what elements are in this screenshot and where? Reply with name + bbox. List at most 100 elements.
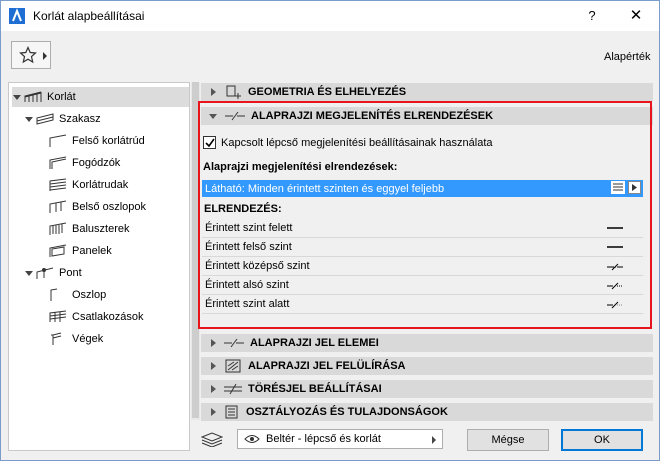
cancel-button[interactable]: Mégse: [467, 429, 549, 451]
panel-scrollbar[interactable]: [191, 82, 200, 420]
row-label: Érintett szint felett: [205, 222, 293, 234]
help-button[interactable]: ?: [581, 5, 603, 27]
inner-posts-icon: [49, 200, 67, 213]
list-icon[interactable]: [611, 181, 625, 194]
linked-stair-checkbox-row[interactable]: Kapcsolt lépcső megjelenítési beállítása…: [203, 136, 493, 149]
break-mark-icon: [224, 383, 242, 395]
solid-line-icon: [607, 227, 623, 229]
tree-item-panels[interactable]: Panelek: [49, 241, 112, 261]
floorplan-display-body: Kapcsolt lépcső megjelenítési beállítása…: [201, 129, 649, 327]
connections-icon: [49, 310, 67, 322]
tree-item-rails[interactable]: Korlátrudak: [49, 175, 128, 195]
arrangement-row[interactable]: Érintett szint felett: [202, 219, 643, 238]
node-icon: [36, 267, 54, 279]
expand-arrow-icon: [211, 408, 216, 416]
window-title: Korlát alapbeállításai: [33, 9, 145, 23]
expand-toggle-icon[interactable]: [24, 114, 34, 124]
display-arrangement-select[interactable]: Látható: Minden érintett szinten és eggy…: [202, 180, 643, 197]
panel-floorplan-display[interactable]: ALAPRAJZI MEGJELENÍTÉS ELRENDEZÉSEK: [201, 107, 653, 125]
tree-item-inner-posts[interactable]: Belső oszlopok: [49, 197, 146, 217]
floorplan-symbol-icon: [224, 338, 244, 348]
row-label: Érintett alsó szint: [205, 279, 289, 291]
handrail-icon: [49, 156, 67, 169]
tree-item-post[interactable]: Oszlop: [49, 285, 106, 305]
break-line-icon: [607, 282, 623, 290]
tree-item-label: Belső oszlopok: [72, 201, 146, 213]
checkbox-label: Kapcsolt lépcső megjelenítési beállítása…: [221, 136, 493, 149]
ok-button[interactable]: OK: [561, 429, 643, 451]
expand-arrow-icon: [211, 88, 216, 96]
solid-line-icon: [607, 246, 623, 248]
row-label: Érintett középső szint: [205, 260, 310, 272]
panel-title: ALAPRAJZI JEL ELEMEI: [250, 337, 379, 349]
tree-item-label: Pont: [59, 267, 82, 279]
expand-arrow-icon: [211, 385, 216, 393]
checkmark-icon: [205, 138, 215, 148]
defaults-label: Alapérték: [604, 51, 651, 63]
archicad-app-icon: [9, 8, 25, 24]
scrollbar-thumb[interactable]: [192, 82, 199, 418]
tree-item-label: Panelek: [72, 245, 112, 257]
floorplan-display-icon: [225, 111, 245, 121]
collapse-arrow-icon: [209, 113, 217, 119]
tree-item-label: Fogódzók: [72, 157, 121, 169]
panel-title: ALAPRAJZI JEL FELÜLÍRÁSA: [248, 360, 406, 372]
tree-item-label: Oszlop: [72, 289, 107, 301]
dialog-window: Korlát alapbeállításai ? ✕ Alapérték Kor…: [0, 0, 660, 461]
panel-title: GEOMETRIA ÉS ELHELYEZÉS: [248, 86, 407, 98]
favorites-button[interactable]: [11, 41, 51, 69]
tree-item-label: Csatlakozások: [72, 311, 144, 323]
panel-break-mark[interactable]: TÖRÉSJEL BEÁLLÍTÁSAI: [201, 380, 653, 398]
panel-floorplan-override[interactable]: ALAPRAJZI JEL FELÜLÍRÁSA: [201, 357, 653, 375]
panel-geometry[interactable]: GEOMETRIA ÉS ELHELYEZÉS: [201, 83, 653, 101]
dropdown-arrow-button[interactable]: [628, 181, 641, 194]
panel-title: ALAPRAJZI MEGJELENÍTÉS ELRENDEZÉSEK: [251, 110, 494, 122]
tree-item-ends[interactable]: Végek: [49, 329, 103, 349]
segment-icon: [36, 113, 54, 125]
chevron-right-icon: [632, 184, 637, 191]
post-icon: [50, 288, 58, 301]
tree-item-handrails[interactable]: Fogódzók: [49, 153, 120, 173]
half-break-line-icon: [607, 301, 623, 309]
tree-item-railing[interactable]: Korlát: [12, 87, 189, 107]
row-label: Érintett szint alatt: [205, 298, 290, 310]
panel-floorplan-symbol[interactable]: ALAPRAJZI JEL ELEMEI: [201, 334, 653, 352]
title-bar: Korlát alapbeállításai ? ✕: [1, 1, 659, 31]
close-button[interactable]: ✕: [623, 5, 649, 27]
favorite-select[interactable]: Beltér - lépcső és korlát: [237, 429, 443, 449]
panel-classification[interactable]: OSZTÁLYOZÁS ÉS TULAJDONSÁGOK: [201, 403, 653, 421]
balusters-icon: [49, 222, 67, 235]
star-icon: [19, 46, 37, 64]
arrangements-label: ELRENDEZÉS:: [204, 203, 282, 215]
expand-arrow-icon: [211, 339, 216, 347]
break-line-icon: [607, 263, 623, 271]
tree-item-segment[interactable]: Szakasz: [24, 109, 101, 129]
tree-item-label: Szakasz: [59, 113, 101, 125]
favorite-value: Beltér - lépcső és korlát: [266, 433, 381, 445]
tree-item-label: Felső korlátrúd: [72, 135, 145, 147]
row-label: Érintett felső szint: [205, 241, 292, 253]
footer-bar: Beltér - lépcső és korlát Mégse OK: [197, 425, 657, 455]
tree-item-node[interactable]: Pont: [24, 263, 82, 283]
section-label: Alaprajzi megjelenítési elrendezések:: [203, 161, 398, 173]
tree-item-top-rail[interactable]: Felső korlátrúd: [49, 131, 145, 151]
tree-item-balusters[interactable]: Baluszterek: [49, 219, 129, 239]
tree-item-label: Végek: [72, 333, 104, 345]
ends-icon: [51, 332, 62, 345]
panel-title: OSZTÁLYOZÁS ÉS TULAJDONSÁGOK: [246, 406, 448, 418]
override-icon: [225, 359, 241, 373]
settings-tree: Korlát Szakasz Felső korlátrúd Fogódzók …: [8, 82, 190, 451]
eye-icon: [244, 435, 260, 443]
panel-title: TÖRÉSJEL BEÁLLÍTÁSAI: [248, 383, 382, 395]
panels-icon: [49, 244, 67, 257]
document-icon: [225, 405, 238, 419]
arrangement-row[interactable]: Érintett középső szint: [202, 257, 643, 276]
arrangement-row[interactable]: Érintett alsó szint: [202, 276, 643, 295]
expand-toggle-icon[interactable]: [24, 268, 34, 278]
arrangement-row[interactable]: Érintett szint alatt: [202, 295, 643, 314]
linked-stair-checkbox[interactable]: [203, 136, 216, 149]
arrangement-row[interactable]: Érintett felső szint: [202, 238, 643, 257]
expand-toggle-icon[interactable]: [12, 92, 22, 102]
layers-icon: [201, 432, 223, 447]
tree-item-connections[interactable]: Csatlakozások: [49, 307, 144, 327]
